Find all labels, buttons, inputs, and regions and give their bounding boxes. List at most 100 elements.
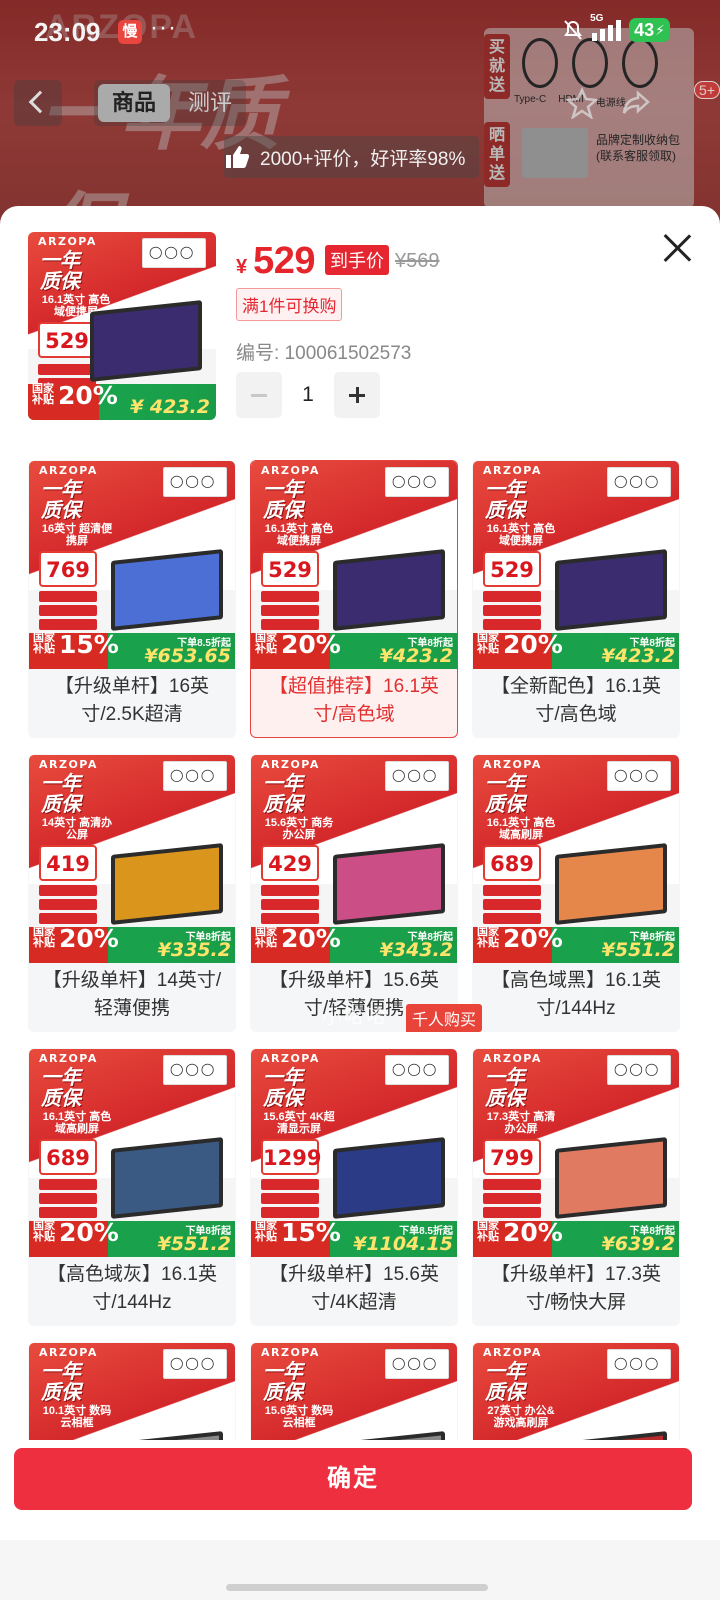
home-indicator[interactable] — [226, 1584, 488, 1591]
hot-badge: 千人购买 — [406, 1004, 483, 1032]
accessory-thumb — [163, 467, 227, 497]
currency-symbol: ¥ — [236, 256, 248, 278]
app-notification-icon: 慢 — [118, 20, 142, 44]
variant-card[interactable]: ARZOPA一年质保15.6英寸 4K超清显示屏1299国家补贴15%下单8.5… — [250, 1048, 458, 1326]
accessory-thumb — [385, 1055, 449, 1085]
subsidy-final-price: ¥423.2 — [601, 645, 675, 667]
accessory-thumb — [163, 761, 227, 791]
subsidy-percent: 20% — [281, 924, 341, 953]
guarantee-label: 一年质保 — [41, 1065, 81, 1110]
guarantee-label: 一年质保 — [485, 771, 525, 816]
variant-image: ARZOPA一年质保27英寸 办公&游戏高刷屏 — [473, 1343, 679, 1440]
favorite-star-icon[interactable] — [566, 87, 598, 119]
size-label: 15.6英寸 4K超清显示屏 — [263, 1111, 335, 1135]
variant-card[interactable]: ARZOPA一年质保15.6英寸 商务办公屏429国家补贴20%下单8折起¥34… — [250, 754, 458, 1032]
guarantee-label: 一年质保 — [485, 1359, 525, 1404]
size-label: 16英寸 超清便携屏 — [41, 523, 113, 547]
guarantee-label: 一年质保 — [263, 1359, 303, 1404]
variant-image: ARZOPA一年质保16.1英寸 高色域高刷屏689国家补贴20%下单8折起¥5… — [473, 755, 679, 963]
subsidy-percent: 15% — [281, 1218, 341, 1247]
variant-name: 【升级单杆】15.6英寸/4K超清 — [269, 1264, 439, 1313]
poster-price: 1299 — [263, 1146, 322, 1170]
brand-label: ARZOPA — [483, 1346, 542, 1359]
guarantee-label: 一年质保 — [263, 477, 303, 522]
subsidy-final-price: ¥551.2 — [601, 939, 675, 961]
subsidy-final-price: ¥551.2 — [157, 1233, 231, 1255]
variant-name: 【全新配色】16.1英寸/高色域 — [491, 676, 661, 725]
accessory-thumb — [385, 467, 449, 497]
variant-card[interactable]: ARZOPA一年质保16.1英寸 高色域便携屏529国家补贴20%下单8折起¥4… — [472, 460, 680, 738]
promo-tag[interactable]: 满1件可换购 — [236, 288, 343, 321]
brand-label: ARZOPA — [483, 1052, 542, 1065]
increase-button[interactable] — [334, 372, 380, 418]
guarantee-label: 一年质保 — [485, 477, 525, 522]
variant-image: ARZOPA一年质保10.1英寸 数码云相框 — [29, 1343, 235, 1440]
poster-price: 429 — [268, 852, 312, 876]
guarantee-label: 一年质保 — [41, 771, 81, 816]
variant-grid: 小哈哈 千人购买 ARZOPA一年质保16英寸 超清便携屏769国家补贴15%下… — [28, 460, 692, 1440]
accessory-thumb — [163, 1055, 227, 1085]
variant-card[interactable]: ARZOPA一年质保16.1英寸 高色域便携屏529国家补贴20%下单8折起¥4… — [250, 460, 458, 738]
close-icon[interactable] — [662, 232, 692, 262]
variant-image: ARZOPA一年质保16.1英寸 高色域便携屏529国家补贴20%下单8折起¥4… — [251, 461, 457, 669]
variant-image: ARZOPA一年质保16.1英寸 高色域高刷屏689国家补贴20%下单8折起¥5… — [29, 1049, 235, 1257]
poster-price: 419 — [46, 852, 90, 876]
variant-card[interactable]: ARZOPA一年质保16.1英寸 高色域高刷屏689国家补贴20%下单8折起¥5… — [28, 1048, 236, 1326]
poster-price: 529 — [268, 558, 312, 582]
accessory-thumb — [607, 761, 671, 791]
confirm-button[interactable]: 确定 — [14, 1448, 692, 1510]
guarantee-label: 一年质保 — [41, 477, 81, 522]
cart-icon[interactable]: 5+ — [674, 81, 720, 119]
brand-label: ARZOPA — [261, 1346, 320, 1359]
variant-card[interactable]: ARZOPA一年质保16英寸 超清便携屏769国家补贴15%下单8.5折起¥65… — [28, 460, 236, 738]
decrease-button[interactable] — [236, 372, 282, 418]
monitor-image — [111, 549, 223, 631]
guarantee-label: 一年质保 — [263, 771, 303, 816]
subsidy-label: 国家补贴 — [255, 926, 277, 949]
tab-review[interactable]: 测评 — [174, 80, 246, 126]
background-product-page: ARZOPA 一年质保 买就送 晒单送 Type-C HDMI 电源线 品牌定制… — [0, 0, 720, 240]
variant-card[interactable]: ARZOPA一年质保10.1英寸 数码云相框 — [28, 1342, 236, 1440]
variant-card[interactable]: ARZOPA一年质保17.3英寸 高清办公屏799国家补贴20%下单8折起¥63… — [472, 1048, 680, 1326]
variant-card[interactable]: ARZOPA一年质保27英寸 办公&游戏高刷屏 — [472, 1342, 680, 1440]
monitor-image — [555, 549, 667, 631]
final-price: 529 — [253, 240, 316, 282]
guarantee-label: 一年质保 — [485, 1065, 525, 1110]
share-icon[interactable] — [620, 87, 652, 119]
brand-label: ARZOPA — [483, 758, 542, 771]
variant-image: ARZOPA一年质保15.6英寸 商务办公屏429国家补贴20%下单8折起¥34… — [251, 755, 457, 963]
subsidy-label: 国家补贴 — [33, 1220, 55, 1243]
variant-name: 【高色域黑】16.1英寸/144Hz — [491, 970, 661, 1019]
back-button[interactable] — [14, 80, 62, 126]
variant-image: ARZOPA一年质保16.1英寸 高色域便携屏529国家补贴20%下单8折起¥4… — [473, 461, 679, 669]
variant-image: ARZOPA一年质保15.6英寸 数码云相框 — [251, 1343, 457, 1440]
poster-price: 529 — [490, 558, 534, 582]
accessory-thumb — [607, 1055, 671, 1085]
status-time: 23:09 — [34, 17, 101, 47]
subsidy-percent: 20% — [503, 630, 563, 659]
brand-label: ARZOPA — [261, 758, 320, 771]
variant-card[interactable]: ARZOPA一年质保15.6英寸 数码云相框 — [250, 1342, 458, 1440]
size-label: 27英寸 办公&游戏高刷屏 — [487, 1405, 555, 1429]
subsidy-label: 国家补贴 — [477, 926, 499, 949]
battery-icon: 43 ⚡ — [629, 18, 670, 42]
variant-name: 【高色域灰】16.1英寸/144Hz — [47, 1264, 217, 1313]
guarantee-label: 一年质保 — [263, 1065, 303, 1110]
selected-product-image: ARZOPA 一年质保 16.1英寸 高色域便携屏 529 国家补贴 20% ¥… — [28, 232, 216, 420]
subsidy-final-price: ¥639.2 — [601, 1233, 675, 1255]
variant-image: ARZOPA一年质保14英寸 高清办公屏419国家补贴20%下单8折起¥335.… — [29, 755, 235, 963]
accessory-thumb — [385, 1349, 449, 1379]
monitor-image — [333, 843, 445, 925]
tab-product[interactable]: 商品 — [98, 84, 171, 122]
accessory-thumb — [385, 761, 449, 791]
variant-card[interactable]: ARZOPA一年质保16.1英寸 高色域高刷屏689国家补贴20%下单8折起¥5… — [472, 754, 680, 1032]
subsidy-label: 国家补贴 — [477, 1220, 499, 1243]
accessory-thumb — [163, 1349, 227, 1379]
variant-card[interactable]: ARZOPA一年质保14英寸 高清办公屏419国家补贴20%下单8折起¥335.… — [28, 754, 236, 1032]
quantity-value[interactable]: 1 — [294, 383, 322, 407]
final-price-badge: 到手价 — [325, 245, 390, 275]
nav-actions: 5+ — [566, 80, 720, 126]
brand-label: ARZOPA — [261, 1052, 320, 1065]
poster-price: 689 — [490, 852, 534, 876]
monitor-image — [555, 843, 667, 925]
